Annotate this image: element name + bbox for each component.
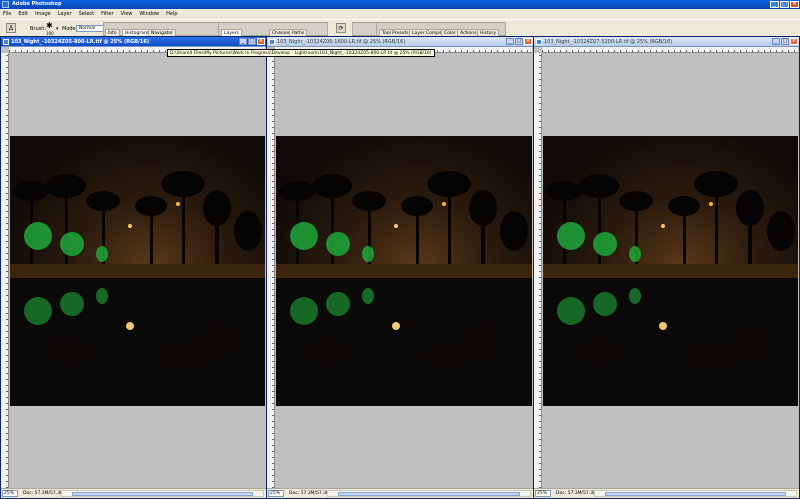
document-icon — [269, 39, 275, 45]
document-window-1[interactable]: 103_Night_-10324Z05-800-LR.tif @ 25% (RG… — [0, 36, 267, 499]
palette-well-middle: Layers Channels Paths — [218, 22, 328, 37]
maximize-icon[interactable]: □ — [780, 1, 789, 8]
status-bar: 25% Doc: 57.3M/57.3M — [1, 488, 266, 498]
scroll-thumb[interactable] — [605, 492, 786, 496]
palette-well-left: Info Histogram Navigator — [103, 22, 226, 37]
canvas[interactable] — [10, 54, 265, 487]
close-icon[interactable]: × — [257, 38, 265, 45]
zoom-input[interactable]: 25% — [535, 490, 551, 497]
palm-trees-silhouette — [10, 171, 265, 369]
menu-bar: File Edit Image Layer Select Filter View… — [0, 9, 800, 19]
brush-dropdown-icon[interactable]: ▾ — [56, 26, 59, 32]
app-window-controls: _ □ × — [770, 1, 799, 8]
night-photo — [10, 136, 265, 406]
zoom-input[interactable]: 25% — [2, 490, 18, 497]
file-path-tooltip: D:\Shared Files\My Pictures\Work In Prog… — [167, 49, 435, 57]
app-title: Adobe Photoshop — [12, 1, 62, 7]
close-icon[interactable]: × — [524, 38, 532, 45]
document-window-controls: _ □ × — [772, 38, 798, 45]
workspace-icon[interactable]: ⟳ — [336, 23, 346, 33]
document-title: 103_Night_-10324Z05-800-LR.tif @ 25% (RG… — [11, 39, 150, 45]
minimize-icon[interactable]: _ — [239, 38, 247, 45]
document-icon — [3, 39, 9, 45]
menu-view[interactable]: View — [121, 9, 133, 19]
document-title-bar[interactable]: 103_Night_-10324Z05-800-LR.tif @ 25% (RG… — [1, 37, 266, 47]
document-size[interactable]: Doc: 57.3M/57.3M — [23, 489, 64, 498]
app-title-bar: Adobe Photoshop _ □ × — [0, 0, 800, 9]
menu-image[interactable]: Image — [35, 9, 51, 19]
palm-trees-silhouette — [276, 171, 532, 369]
night-photo — [276, 136, 532, 406]
photoshop-app-icon — [2, 1, 9, 8]
maximize-icon[interactable]: □ — [781, 38, 789, 45]
document-window-2[interactable]: 103_Night_-10324Z06-1600-LR.tif @ 25% (R… — [266, 36, 534, 499]
document-title: 103_Night_-10324Z06-1600-LR.tif @ 25% (R… — [277, 39, 406, 45]
minimize-icon[interactable]: _ — [770, 1, 779, 8]
menu-file[interactable]: File — [3, 9, 11, 19]
status-bar: 25% Doc: 57.3M/57.3M — [267, 488, 533, 498]
vertical-ruler[interactable] — [534, 53, 542, 488]
document-title-bar[interactable]: 103_Night_-10324Z07-3200-LR.tif @ 25% (R… — [534, 37, 799, 47]
document-icon — [536, 39, 542, 45]
scroll-thumb[interactable] — [72, 492, 253, 496]
brush-preview-icon[interactable]: ✱ — [46, 21, 53, 30]
menu-select[interactable]: Select — [79, 9, 94, 19]
palette-well-right: Tool Presets Layer Comps Color Actions H… — [376, 22, 506, 37]
menu-layer[interactable]: Layer — [58, 9, 72, 19]
horizontal-scrollbar[interactable] — [594, 490, 797, 497]
zoom-input[interactable]: 25% — [268, 490, 284, 497]
minimize-icon[interactable]: _ — [772, 38, 780, 45]
document-size[interactable]: Doc: 57.3M/57.3M — [289, 489, 330, 498]
close-icon[interactable]: × — [790, 1, 799, 8]
document-window-3[interactable]: 103_Night_-10324Z07-3200-LR.tif @ 25% (R… — [533, 36, 800, 499]
document-title: 103_Night_-10324Z07-3200-LR.tif @ 25% (R… — [544, 39, 673, 45]
file-browser-button[interactable] — [352, 22, 378, 36]
minimize-icon[interactable]: _ — [506, 38, 514, 45]
menu-edit[interactable]: Edit — [18, 9, 28, 19]
status-bar: 25% Doc: 57.3M/57.3M — [534, 488, 799, 498]
menu-help[interactable]: Help — [166, 9, 177, 19]
canvas[interactable] — [543, 54, 798, 487]
vertical-ruler[interactable] — [267, 53, 275, 488]
maximize-icon[interactable]: □ — [248, 38, 256, 45]
stamp-tool-icon[interactable]: ♙ — [6, 23, 16, 33]
document-window-controls: _ □ × — [506, 38, 532, 45]
scroll-thumb[interactable] — [338, 492, 520, 496]
canvas[interactable] — [276, 54, 532, 487]
horizontal-scrollbar[interactable] — [327, 490, 531, 497]
vertical-ruler[interactable] — [1, 53, 9, 488]
horizontal-scrollbar[interactable] — [61, 490, 264, 497]
menu-filter[interactable]: Filter — [101, 9, 113, 19]
document-window-controls: _ □ × — [239, 38, 265, 45]
mode-select[interactable]: Normal — [76, 25, 106, 32]
options-bar: ♙ Brush: ✱ 100 ▾ Mode: Normal Info Histo… — [0, 19, 800, 37]
document-title-bar[interactable]: 103_Night_-10324Z06-1600-LR.tif @ 25% (R… — [267, 37, 533, 47]
night-photo — [543, 136, 798, 406]
horizontal-ruler[interactable] — [542, 47, 798, 53]
close-icon[interactable]: × — [790, 38, 798, 45]
brush-label: Brush: — [30, 26, 47, 32]
maximize-icon[interactable]: □ — [515, 38, 523, 45]
menu-window[interactable]: Window — [139, 9, 159, 19]
palm-trees-silhouette — [543, 171, 798, 369]
document-size[interactable]: Doc: 57.3M/57.3M — [556, 489, 597, 498]
